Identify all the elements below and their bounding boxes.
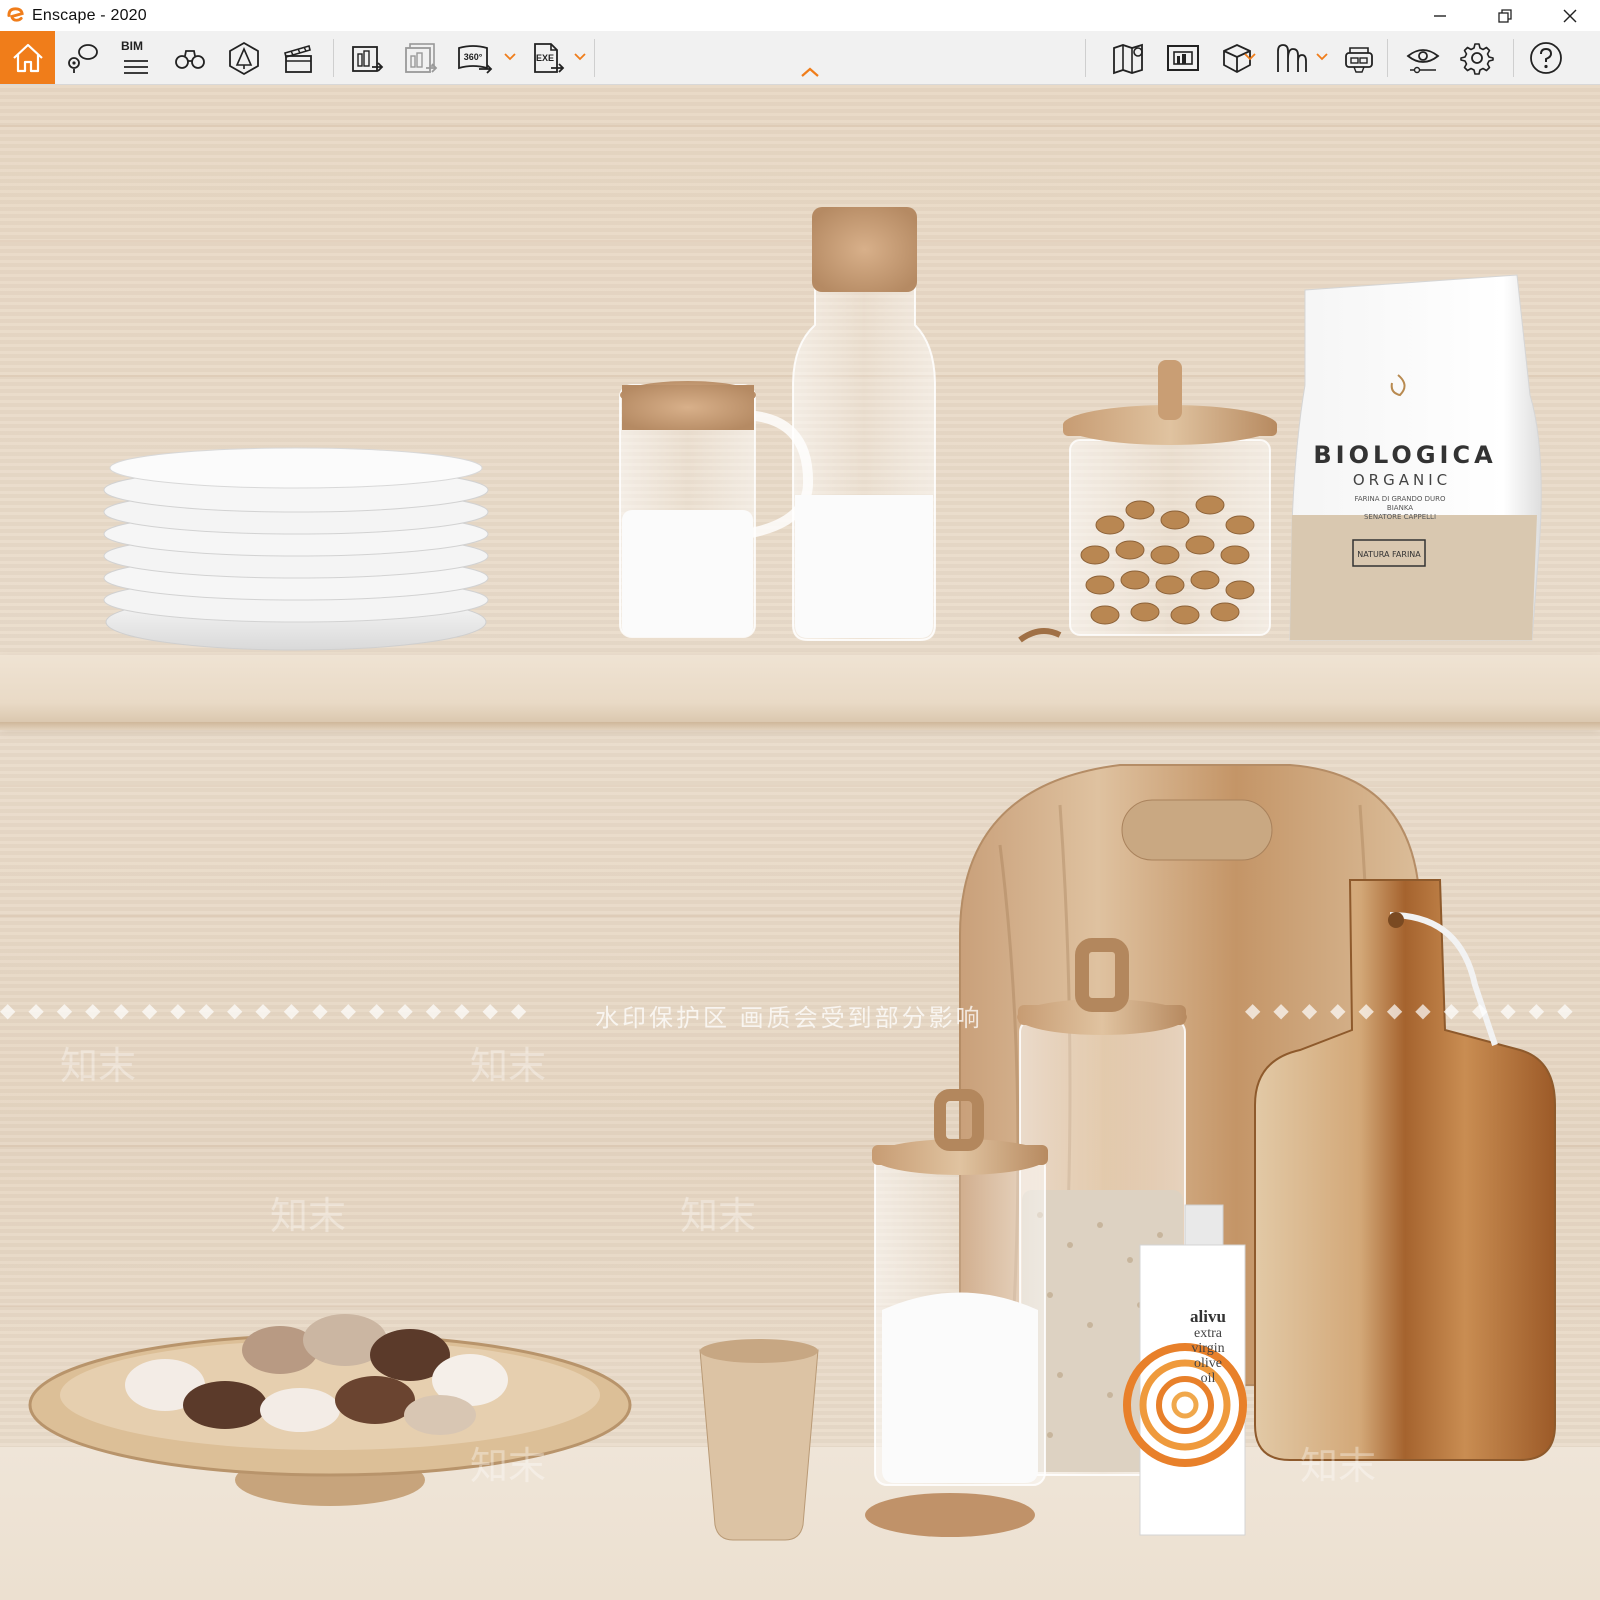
binoculars-icon: [175, 49, 205, 69]
watermark-text: 水印保护区 画质会受到部分影响: [595, 1005, 983, 1032]
restore-button[interactable]: [1475, 0, 1535, 31]
flour-bag-badge: NATURA FARINA: [1357, 550, 1421, 559]
material-icon: [1277, 43, 1307, 72]
panorama-360-button[interactable]: 360°: [448, 31, 500, 84]
minimize-icon: [1434, 14, 1446, 17]
minimize-button[interactable]: [1410, 0, 1470, 31]
chevron-down-icon: [504, 53, 516, 61]
watermark-mark: 知末: [680, 1196, 757, 1238]
home-icon: [12, 43, 43, 72]
exe-dropdown-chevron[interactable]: [573, 49, 587, 65]
vr-headset-icon: [1345, 46, 1373, 73]
almond-jar: [1018, 360, 1277, 643]
olive-oil-bottle: alivu extra virgin olive oil: [1123, 1204, 1247, 1536]
flour-bag: BIOLOGICA ORGANIC FARINA DI GRANDO DURO …: [1289, 274, 1542, 641]
cube-dropdown-chevron[interactable]: [1243, 49, 1257, 65]
help-button[interactable]: [1520, 31, 1572, 84]
close-button[interactable]: [1540, 0, 1600, 31]
oil-bottle-line4: oil: [1201, 1371, 1216, 1386]
binoculars-button[interactable]: [164, 31, 216, 84]
window-title: Enscape - 2020: [32, 7, 147, 24]
milk-bottle: [792, 207, 936, 641]
map-button[interactable]: [1103, 31, 1155, 84]
render-viewport[interactable]: BIOLOGICA ORGANIC FARINA DI GRANDO DURO …: [0, 85, 1600, 1600]
paper-cup: [699, 1339, 819, 1541]
oil-bottle-line2: virgin: [1191, 1341, 1224, 1356]
chevron-down-icon: [574, 53, 586, 61]
panorama-360-icon: 360°: [458, 44, 493, 74]
toolbar-separator: [594, 39, 595, 77]
sugar-jar: [865, 1089, 1048, 1537]
plate-stack: [103, 447, 489, 651]
screenshot-export-icon: [352, 45, 384, 72]
enscape-toolbar: BIM 360° EXE: [0, 31, 1600, 85]
panorama-360-label: 360°: [464, 52, 483, 62]
batch-render-button[interactable]: [394, 31, 446, 84]
oil-bottle-line3: olive: [1194, 1356, 1222, 1371]
panorama-dropdown-chevron[interactable]: [503, 49, 517, 65]
material-dropdown-chevron[interactable]: [1315, 49, 1329, 65]
title-bar: Enscape - 2020: [0, 0, 1600, 31]
flour-bag-line2: BIANKA: [1387, 504, 1413, 512]
settings-button[interactable]: [1451, 31, 1503, 84]
oil-bottle-brand: alivu: [1190, 1307, 1226, 1326]
exe-export-button[interactable]: EXE: [520, 31, 572, 84]
watermark-dots: ◆◆◆◆◆◆◆◆◆◆◆◆◆◆◆◆◆◆◆: [0, 1000, 540, 1022]
video-editor-icon: [284, 44, 312, 73]
chevron-up-icon: [801, 67, 819, 77]
asset-library-icon: [229, 41, 259, 75]
vr-headset-button[interactable]: [1333, 31, 1385, 84]
visual-settings-button[interactable]: [1397, 31, 1449, 84]
toolbar-separator: [333, 39, 334, 77]
exe-label: EXE: [536, 53, 554, 63]
settings-icon: [1460, 42, 1494, 75]
oil-bottle-line1: extra: [1194, 1326, 1223, 1341]
flour-bag-brand: BIOLOGICA: [1313, 441, 1496, 469]
toolbar-separator: [1085, 39, 1086, 77]
collapse-toolbar-button[interactable]: [798, 64, 822, 80]
toolbar-separator: [1387, 39, 1388, 77]
enscape-logo-icon: [7, 7, 24, 22]
batch-render-icon: [405, 42, 438, 73]
render-view-button[interactable]: [1157, 31, 1209, 84]
chevron-down-icon: [1316, 53, 1328, 61]
close-icon: [1563, 9, 1577, 22]
render-view-icon: [1167, 44, 1199, 71]
exe-export-icon: EXE: [534, 42, 565, 73]
flour-bag-line1: FARINA DI GRANDO DURO: [1354, 495, 1446, 503]
flour-bag-subtitle: ORGANIC: [1353, 471, 1451, 489]
video-editor-button[interactable]: [272, 31, 324, 84]
milk-jug: [619, 381, 814, 638]
material-button[interactable]: [1265, 31, 1317, 84]
asset-library-button[interactable]: [218, 31, 270, 84]
chevron-down-icon: [1244, 53, 1256, 61]
home-button[interactable]: [0, 31, 55, 84]
visual-settings-icon: [1406, 48, 1440, 73]
watermark-dots: ◆◆◆◆◆◆◆◆◆◆◆◆: [1245, 1000, 1586, 1022]
views-icon: [68, 43, 98, 73]
shelf-scene: BIOLOGICA ORGANIC FARINA DI GRANDO DURO …: [28, 207, 1556, 1541]
toolbar-separator: [1513, 39, 1514, 77]
restore-icon: [1498, 8, 1512, 23]
map-icon: [1113, 43, 1143, 74]
watermark-mark: 知末: [60, 1046, 137, 1088]
watermark-mark: 知末: [270, 1196, 347, 1238]
watermark-mark: 知末: [470, 1446, 547, 1488]
screenshot-export-button[interactable]: [340, 31, 392, 84]
flour-bag-line3: SENATORE CAPPELLI: [1364, 513, 1436, 521]
help-icon: [1530, 41, 1562, 74]
views-button[interactable]: [56, 31, 108, 84]
bim-label: BIM: [121, 39, 143, 53]
watermark-mark: 知末: [1300, 1446, 1377, 1488]
watermark-mark: 知末: [470, 1046, 547, 1088]
